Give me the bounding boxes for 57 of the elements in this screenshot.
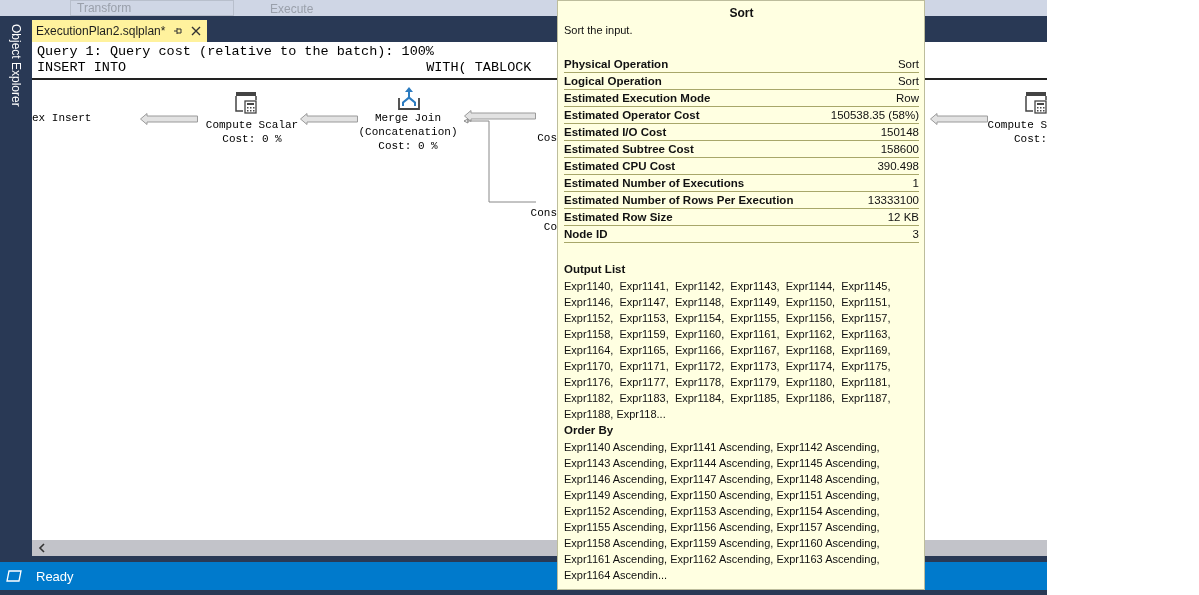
property-value: 390.498 (877, 159, 919, 174)
status-text: Ready (36, 568, 74, 584)
query-statement: INSERT INTO (37, 60, 127, 76)
property-value: 1 (912, 176, 919, 191)
property-label: Estimated Execution Mode (564, 91, 711, 106)
property-label: Physical Operation (564, 57, 669, 72)
tab-title: ExecutionPlan2.sqlplan* (36, 24, 166, 38)
property-value: Sort (897, 74, 919, 89)
tooltip-description: Sort the input. (564, 23, 634, 38)
operator-label: Co (543, 221, 557, 233)
operator-label: Merge Join (375, 112, 441, 124)
property-label: Estimated Number of Rows Per Execution (564, 193, 794, 208)
object-explorer-tab[interactable]: Object Explorer (9, 24, 23, 107)
property-label: Estimated Number of Executions (564, 176, 745, 191)
operator-label: ex Insert (32, 112, 92, 124)
status-icon (6, 570, 22, 582)
operator-label: Cost: 0 % (222, 133, 282, 145)
query-hint: WITH( TABLOCK (426, 60, 532, 76)
property-value: 12 KB (887, 210, 919, 225)
section-heading: Output List (564, 262, 627, 277)
property-label: Estimated Row Size (564, 210, 673, 225)
section-text: Expr1140, Expr1141, Expr1142, Expr1143, Expr1144, Expr1145, Expr1146, Expr1147, Expr1148, Expr1149, Expr1150, Expr1151, Expr1152, Expr1153, Expr1154, Expr1155, Expr1156, Expr1157, Expr1158, Expr1159, Expr1160, Expr1161, Expr1162, Expr1163, Expr1164, Expr1165, Expr1166, Expr1167, Expr1168, Expr1169, Expr1170, Expr1171, Expr1172, Expr1173, Expr1174, Expr1175, Expr1176, Expr1177, Expr1178, Expr1179, Expr1180, Expr1181, Expr1182, Expr1183, Expr1184, Expr1185, Expr1186, Expr1187, Expr1188, Expr118... (564, 279, 892, 422)
flow-arrow (930, 113, 988, 125)
property-value: Sort (897, 57, 919, 72)
section-text: Expr1140 Ascending, Expr1141 Ascending, Expr1142 Ascending, Expr1143 Ascending, Expr1144 Ascending, Expr1145 Ascending, Expr1146 Ascending, Expr1147 Ascending, Expr1148 Ascending, Expr1149 Ascending, Expr1150 Ascending, Expr1151 Ascending, Expr1152 Ascending, Expr1153 Ascending, Expr1154 Ascending, Expr1155 Ascending, Expr1156 Ascending, Expr1157 Ascending, Expr1158 Ascending, Expr1159 Ascending, Expr1160 Ascending, Expr1161 Ascending, Expr1162 Ascending, Expr1163 Ascending, Expr1164 Ascendin... (564, 440, 881, 583)
property-value: 150148 (880, 125, 919, 140)
operator-label: Cos (537, 132, 557, 144)
calculator-window-icon[interactable] (1024, 90, 1047, 114)
flow-arrow (464, 110, 536, 122)
flow-arrow (140, 113, 198, 125)
flow-arrow (300, 113, 358, 125)
property-value: 13333100 (867, 193, 919, 208)
property-value: Row (896, 91, 919, 106)
property-label: Estimated I/O Cost (564, 125, 667, 140)
property-label: Node ID (564, 227, 608, 242)
section-heading: Order By (564, 423, 615, 438)
property-value: 150538.35 (58%) (830, 108, 919, 123)
pin-icon[interactable] (173, 26, 184, 36)
document-tab[interactable]: ExecutionPlan2.sqlplan* (32, 20, 208, 42)
operator-label: (Concatenation) (358, 126, 458, 138)
property-value: 3 (912, 227, 919, 242)
operator-label: Cost: (1014, 133, 1047, 145)
property-label: Logical Operation (564, 74, 662, 89)
merge-arrows-icon[interactable] (397, 86, 421, 110)
scroll-left-icon[interactable] (38, 543, 46, 553)
property-label: Estimated Subtree Cost (564, 142, 694, 157)
operator-label: Compute S (987, 119, 1047, 131)
property-label: Estimated CPU Cost (564, 159, 676, 174)
property-label: Estimated Operator Cost (564, 108, 700, 123)
tooltip-title: Sort (728, 5, 755, 22)
calculator-window-icon[interactable] (234, 90, 258, 114)
query-cost-line: Query 1: Query cost (relative to the batch): 100% (37, 44, 435, 60)
close-icon[interactable] (191, 26, 202, 36)
operator-label: Compute Scalar (205, 119, 299, 131)
operator-label: Cons (530, 207, 557, 219)
property-value: 158600 (880, 142, 919, 157)
operator-label: Cost: 0 % (378, 140, 438, 152)
